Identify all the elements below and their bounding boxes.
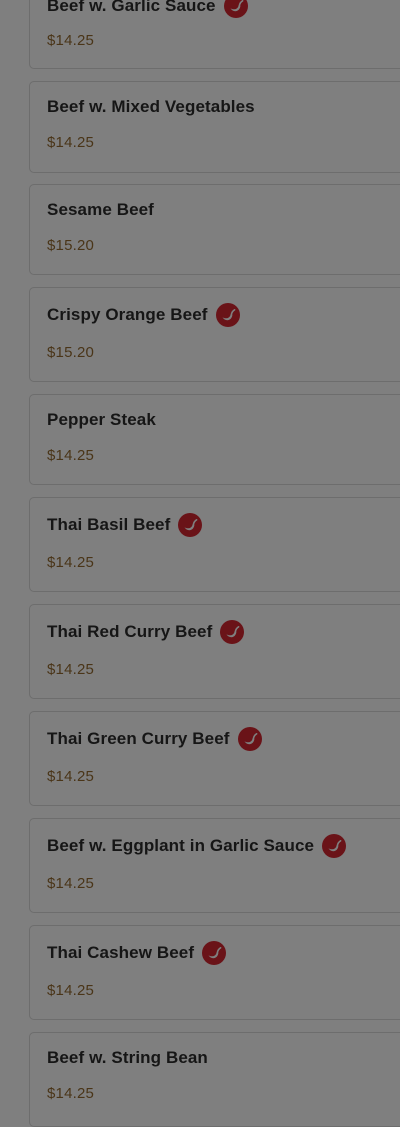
menu-item-price: $14.25 [47,661,95,678]
menu-item-price: $14.25 [47,447,95,464]
spicy-pepper-icon [322,834,347,858]
spicy-pepper-icon [202,941,227,965]
spicy-pepper-icon [237,727,262,751]
menu-item-card[interactable]: Beef w. String Bean $14.25 [29,1032,400,1127]
menu-item-name: Beef w. Garlic Sauce [47,0,216,15]
menu-item-card[interactable]: Sesame Beef $15.20 [29,184,400,275]
menu-item-header: Beef w. Eggplant in Garlic Sauce [47,834,347,858]
spicy-pepper-icon [215,303,240,327]
menu-item-header: Beef w. Garlic Sauce [47,0,248,18]
menu-item-header: Crispy Orange Beef [47,303,240,327]
menu-item-header: Thai Cashew Beef [47,941,227,965]
menu-item-price: $14.25 [47,134,95,151]
menu-item-name: Beef w. String Bean [47,1048,208,1067]
menu-item-name: Thai Green Curry Beef [47,729,230,748]
menu-item-name: Sesame Beef [47,200,154,219]
menu-item-name: Thai Basil Beef [47,515,171,534]
menu-item-header: Sesame Beef [47,200,154,220]
menu-item-card[interactable]: Thai Cashew Beef $14.25 [29,925,400,1020]
menu-item-card[interactable]: Crispy Orange Beef $15.20 [29,287,400,382]
menu-item-name: Beef w. Mixed Vegetables [47,97,255,116]
menu-item-header: Beef w. Mixed Vegetables [47,97,255,117]
menu-item-card[interactable]: Thai Red Curry Beef $14.25 [29,604,400,699]
menu-item-name: Thai Cashew Beef [47,943,195,962]
menu-item-list: Beef w. Garlic Sauce $14.25 Beef w. Mixe… [0,0,400,1127]
menu-item-card[interactable]: Beef w. Mixed Vegetables $14.25 [29,81,400,173]
menu-item-price: $14.25 [47,768,95,785]
menu-item-header: Beef w. String Bean [47,1048,208,1068]
spicy-pepper-icon [220,620,245,644]
menu-item-price: $14.25 [47,875,95,892]
menu-item-card[interactable]: Thai Green Curry Beef $14.25 [29,711,400,806]
menu-item-name: Beef w. Eggplant in Garlic Sauce [47,836,315,855]
menu-item-header: Thai Green Curry Beef [47,727,262,751]
menu-item-card[interactable]: Thai Basil Beef $14.25 [29,497,400,592]
menu-item-card[interactable]: Pepper Steak $14.25 [29,394,400,485]
menu-item-card[interactable]: Beef w. Garlic Sauce $14.25 [29,0,400,69]
menu-item-price: $14.25 [47,1085,95,1102]
menu-item-header: Pepper Steak [47,410,156,430]
menu-item-header: Thai Basil Beef [47,513,203,537]
menu-item-price: $14.25 [47,554,95,571]
menu-item-header: Thai Red Curry Beef [47,620,245,644]
menu-item-name: Crispy Orange Beef [47,305,208,324]
menu-item-price: $14.25 [47,982,95,999]
menu-item-price: $14.25 [47,32,95,49]
spicy-pepper-icon [223,0,248,18]
menu-item-name: Thai Red Curry Beef [47,622,213,641]
menu-item-name: Pepper Steak [47,410,156,429]
menu-item-price: $15.20 [47,344,95,361]
spicy-pepper-icon [178,513,203,537]
menu-item-price: $15.20 [47,237,95,254]
menu-item-card[interactable]: Beef w. Eggplant in Garlic Sauce $14.25 [29,818,400,913]
